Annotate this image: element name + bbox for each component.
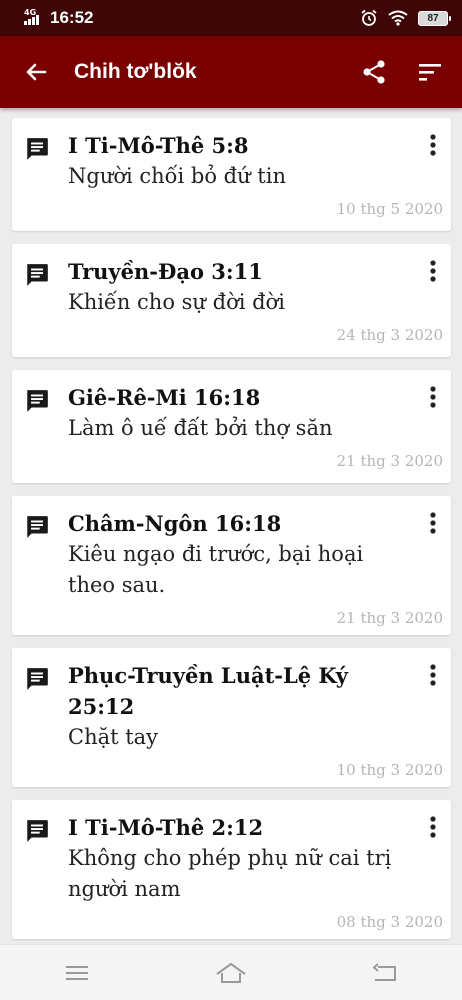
note-card[interactable]: I Ti-Mô-Thê 5:8 Người chối bỏ đứ tin 10 … — [12, 118, 451, 231]
arrow-left-icon — [26, 63, 47, 81]
comment-note-icon — [27, 390, 48, 412]
more-vert-icon — [430, 134, 436, 156]
more-vert-icon — [430, 816, 436, 838]
more-options-button[interactable] — [423, 384, 443, 410]
note-reference: Châm-Ngôn 16:18 — [68, 511, 282, 536]
note-text: Người chối bỏ đứ tin — [68, 164, 286, 188]
clock: 16:52 — [50, 8, 94, 27]
note-card[interactable]: I Ti-Mô-Thê 2:12 Không cho phép phụ nữ c… — [12, 800, 451, 939]
page-title: Chih tơ'blŏk — [74, 60, 197, 83]
note-reference: I Ti-Mô-Thê 5:8 — [68, 133, 249, 158]
cell-signal-icon: 4G — [24, 8, 44, 26]
note-text: Làm ô uế đất bởi thợ săn — [68, 416, 333, 440]
nav-back-button[interactable] — [355, 949, 415, 997]
comment-note-icon — [27, 820, 48, 842]
nav-menu-button[interactable] — [47, 949, 107, 997]
comment-note-icon — [27, 668, 48, 690]
note-date: 10 thg 5 2020 — [336, 200, 443, 218]
more-options-button[interactable] — [423, 132, 443, 158]
more-vert-icon — [430, 260, 436, 282]
status-bar: 4G 16:52 87 — [0, 0, 462, 36]
note-text: Kiêu ngạo đi trước, bại hoại theo sau. — [68, 542, 364, 597]
more-options-button[interactable] — [423, 662, 443, 688]
note-reference: Phục-Truyền Luật-Lệ Ký 25:12 — [68, 663, 348, 719]
share-button[interactable] — [346, 36, 402, 108]
note-card[interactable]: Truyền-Đạo 3:11 Khiến cho sự đời đời 24 … — [12, 244, 451, 357]
note-reference: Truyền-Đạo 3:11 — [68, 259, 263, 284]
notes-list: I Ti-Mô-Thê 5:8 Người chối bỏ đứ tin 10 … — [12, 118, 451, 952]
back-button[interactable] — [8, 36, 64, 108]
nav-home-button[interactable] — [201, 949, 261, 997]
more-options-button[interactable] — [423, 814, 443, 840]
comment-note-icon — [27, 516, 48, 538]
share-icon — [363, 60, 385, 84]
sort-button[interactable] — [402, 36, 458, 108]
more-vert-icon — [430, 386, 436, 408]
note-card[interactable]: Phục-Truyền Luật-Lệ Ký 25:12 Chặt tay 10… — [12, 648, 451, 787]
note-text: Không cho phép phụ nữ cai trị người nam — [68, 846, 392, 901]
note-card[interactable]: Châm-Ngôn 16:18 Kiêu ngạo đi trước, bại … — [12, 496, 451, 635]
more-options-button[interactable] — [423, 510, 443, 536]
app-bar: Chih tơ'blŏk — [0, 36, 462, 108]
note-text: Chặt tay — [68, 725, 159, 749]
note-date: 10 thg 3 2020 — [336, 761, 443, 779]
menu-icon — [66, 965, 88, 980]
note-date: 21 thg 3 2020 — [336, 452, 443, 470]
home-icon — [216, 962, 246, 983]
more-vert-icon — [430, 512, 436, 534]
note-text: Khiến cho sự đời đời — [68, 290, 285, 314]
system-nav-bar — [0, 944, 462, 1000]
note-reference: Giê-Rê-Mi 16:18 — [68, 385, 261, 410]
note-reference: I Ti-Mô-Thê 2:12 — [68, 815, 264, 840]
note-date: 08 thg 3 2020 — [336, 913, 443, 931]
comment-note-icon — [27, 264, 48, 286]
battery-indicator: 87 — [418, 10, 451, 26]
battery-level: 87 — [427, 12, 439, 24]
note-date: 24 thg 3 2020 — [336, 326, 443, 344]
more-options-button[interactable] — [423, 258, 443, 284]
note-date: 21 thg 3 2020 — [336, 609, 443, 627]
sort-icon — [419, 64, 441, 81]
note-card[interactable]: Giê-Rê-Mi 16:18 Làm ô uế đất bởi thợ săn… — [12, 370, 451, 483]
wifi-icon — [388, 10, 408, 26]
comment-note-icon — [27, 138, 48, 160]
alarm-icon — [361, 9, 377, 26]
more-vert-icon — [430, 664, 436, 686]
return-icon — [372, 962, 396, 981]
